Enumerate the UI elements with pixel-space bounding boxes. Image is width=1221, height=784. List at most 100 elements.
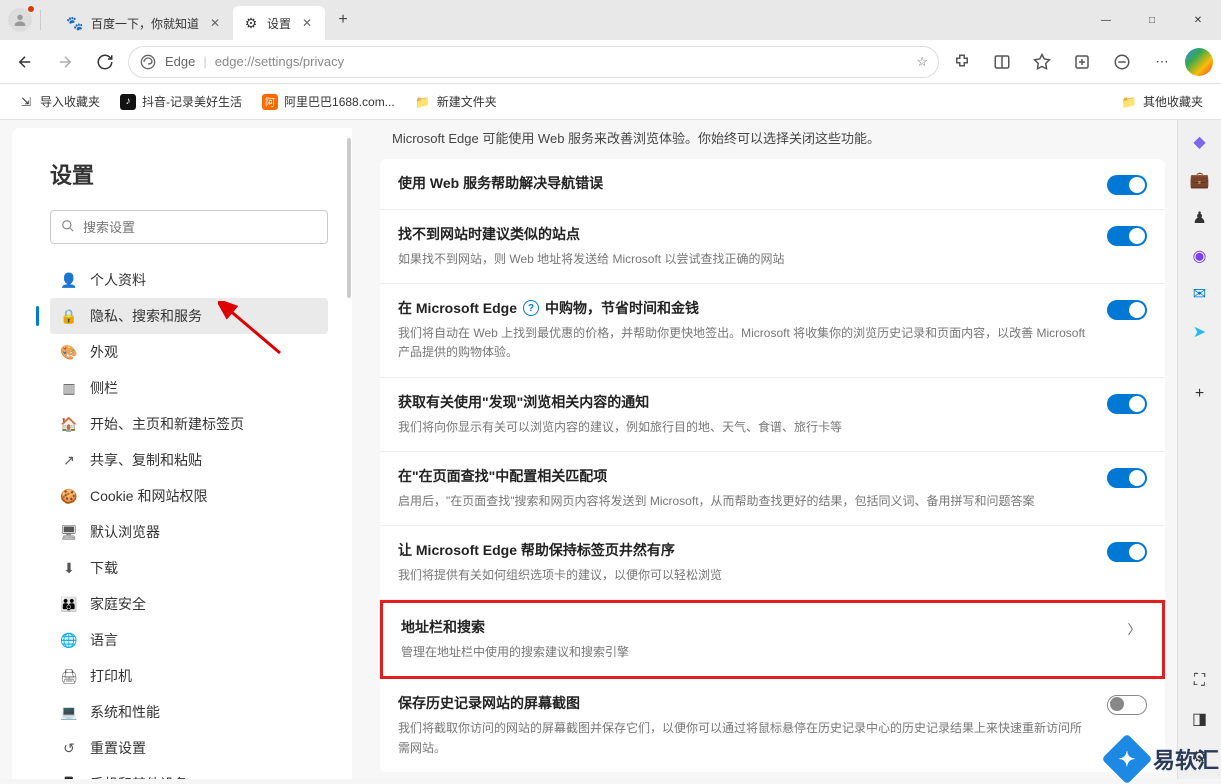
search-input[interactable]: [83, 220, 317, 235]
nav-item-2[interactable]: 🎨外观: [50, 334, 328, 370]
collections-button[interactable]: [1065, 45, 1099, 79]
tab-title: 百度一下，你就知道: [91, 15, 199, 32]
nav-item-9[interactable]: 👪家庭安全: [50, 586, 328, 622]
forward-button[interactable]: [48, 45, 82, 79]
toggle[interactable]: [1107, 542, 1147, 562]
toggle[interactable]: [1107, 695, 1147, 715]
nav-label: 家庭安全: [90, 594, 146, 614]
scrollbar-thumb[interactable]: [347, 138, 351, 298]
setting-row-5: 让 Microsoft Edge 帮助保持标签页井然有序我们将提供有关如何组织选…: [380, 526, 1165, 600]
nav-icon: 🏠: [60, 415, 78, 433]
watermark-text: 易软汇: [1153, 743, 1219, 775]
toggle[interactable]: [1107, 300, 1147, 320]
other-favorites[interactable]: 📁 其他收藏夹: [1113, 89, 1211, 114]
extensions-button[interactable]: [945, 45, 979, 79]
edge-icon: [139, 53, 157, 71]
nav-icon: ↗: [60, 451, 78, 469]
nav-item-6[interactable]: 🍪Cookie 和网站权限: [50, 478, 328, 514]
nav-icon: ⬇: [60, 559, 78, 577]
maximize-button[interactable]: □: [1129, 0, 1175, 40]
nav-icon: 💻: [60, 703, 78, 721]
setting-row-3: 获取有关使用"发现"浏览相关内容的通知我们将向你显示有关可以浏览内容的建议，例如…: [380, 378, 1165, 452]
nav-icon: 📱: [60, 775, 78, 779]
new-tab-button[interactable]: +: [329, 6, 357, 34]
nav-icon: ↺: [60, 739, 78, 757]
close-icon[interactable]: ✕: [299, 15, 315, 31]
tabs: 🐾 百度一下，你就知道 ✕ ⚙ 设置 ✕ +: [49, 0, 1083, 40]
settings-title: 设置: [50, 158, 328, 190]
sb-screenshot-icon[interactable]: ⛶: [1186, 667, 1214, 695]
nav-item-12[interactable]: 💻 系统和性能: [50, 694, 328, 730]
setting-title: 地址栏和搜索: [401, 617, 1108, 637]
toggle[interactable]: [1107, 175, 1147, 195]
toggle[interactable]: [1107, 394, 1147, 414]
help-icon[interactable]: ?: [523, 300, 539, 316]
setting-title: 找不到网站时建议类似的站点: [398, 224, 1091, 244]
divider: [40, 10, 41, 30]
nav-icon: ▥: [60, 379, 78, 397]
sb-send-icon[interactable]: ➤: [1186, 318, 1214, 346]
nav-label: Cookie 和网站权限: [90, 486, 207, 506]
sb-copilot-icon[interactable]: ◆: [1186, 128, 1214, 156]
nav-icon: 🖥: [60, 523, 78, 541]
settings-sidebar: 设置 👤个人资料🔒隐私、搜索和服务🎨外观▥侧栏🏠开始、主页和新建标签页↗共享、复…: [12, 128, 352, 779]
copilot-button[interactable]: [1185, 48, 1213, 76]
folder-icon: 📁: [415, 94, 431, 110]
sb-chess-icon[interactable]: ♟: [1186, 204, 1214, 232]
baidu-favicon: 🐾: [67, 15, 83, 31]
toggle[interactable]: [1107, 226, 1147, 246]
favorites-button[interactable]: [1025, 45, 1059, 79]
nav-item-11[interactable]: 🖨打印机: [50, 658, 328, 694]
folder-icon: 📁: [1121, 94, 1137, 110]
setting-title: 保存历史记录网站的屏幕截图: [398, 693, 1091, 713]
toggle[interactable]: [1107, 468, 1147, 488]
bookmark-douyin[interactable]: ♪ 抖音-记录美好生活: [112, 89, 250, 114]
ie-mode-button[interactable]: [1105, 45, 1139, 79]
setting-title: 在 Microsoft Edge ? 中购物，节省时间和金钱: [398, 298, 1091, 318]
tab-baidu[interactable]: 🐾 百度一下，你就知道 ✕: [57, 6, 233, 40]
nav-item-7[interactable]: 🖥默认浏览器: [50, 514, 328, 550]
split-button[interactable]: [985, 45, 1019, 79]
tab-settings[interactable]: ⚙ 设置 ✕: [233, 6, 325, 40]
sb-tools-icon[interactable]: 💼: [1186, 166, 1214, 194]
nav-item-1[interactable]: 🔒隐私、搜索和服务: [50, 298, 328, 334]
search-icon: [61, 219, 75, 236]
nav-label: 语言: [90, 630, 118, 650]
sb-outlook-icon[interactable]: ✉: [1186, 280, 1214, 308]
nav-item-0[interactable]: 👤个人资料: [50, 262, 328, 298]
nav-label: 个人资料: [90, 270, 146, 290]
sb-add-icon[interactable]: +: [1186, 380, 1214, 408]
bookmark-1688[interactable]: 阿 阿里巴巴1688.com...: [254, 89, 403, 114]
bookmark-label: 阿里巴巴1688.com...: [284, 93, 395, 110]
close-window-button[interactable]: ✕: [1175, 0, 1221, 40]
nav-item-13[interactable]: ↺重置设置: [50, 730, 328, 766]
import-label: 导入收藏夹: [40, 93, 100, 110]
close-icon[interactable]: ✕: [207, 15, 223, 31]
minimize-button[interactable]: —: [1083, 0, 1129, 40]
setting-row-1: 找不到网站时建议类似的站点如果找不到网站，则 Web 地址将发送给 Micros…: [380, 210, 1165, 284]
nav-item-8[interactable]: ⬇下载: [50, 550, 328, 586]
nav-item-4[interactable]: 🏠开始、主页和新建标签页: [50, 406, 328, 442]
addressbar[interactable]: Edge|edge://settings/privacy ☆: [128, 46, 939, 78]
nav-label: 系统和性能: [90, 702, 160, 722]
profile-avatar[interactable]: [8, 8, 32, 32]
nav-item-10[interactable]: 🌐语言: [50, 622, 328, 658]
sb-office-icon[interactable]: ◉: [1186, 242, 1214, 270]
search-settings[interactable]: [50, 210, 328, 244]
more-button[interactable]: ⋯: [1145, 45, 1179, 79]
nav-item-5[interactable]: ↗共享、复制和粘贴: [50, 442, 328, 478]
alibaba-icon: 阿: [262, 94, 278, 110]
setting-row-4: 在"在页面查找"中配置相关匹配项启用后，"在页面查找"搜索和网页内容将发送到 M…: [380, 452, 1165, 526]
star-icon[interactable]: ☆: [916, 54, 928, 70]
back-button[interactable]: [8, 45, 42, 79]
import-favorites[interactable]: ⇲ 导入收藏夹: [10, 89, 108, 114]
url-text: Edge|edge://settings/privacy: [165, 54, 908, 69]
setting-desc: 启用后，"在页面查找"搜索和网页内容将发送到 Microsoft，从而帮助查找更…: [398, 492, 1091, 511]
nav-item-14[interactable]: 📱手机和其他设备: [50, 766, 328, 779]
nav-item-3[interactable]: ▥侧栏: [50, 370, 328, 406]
setting-row-6[interactable]: 地址栏和搜索管理在地址栏中使用的搜索建议和搜索引擎〉: [380, 600, 1165, 679]
nav-icon: 🖨: [60, 667, 78, 685]
refresh-button[interactable]: [88, 45, 122, 79]
bookmark-folder[interactable]: 📁 新建文件夹: [407, 89, 505, 114]
sb-hide-icon[interactable]: ◨: [1186, 705, 1214, 733]
